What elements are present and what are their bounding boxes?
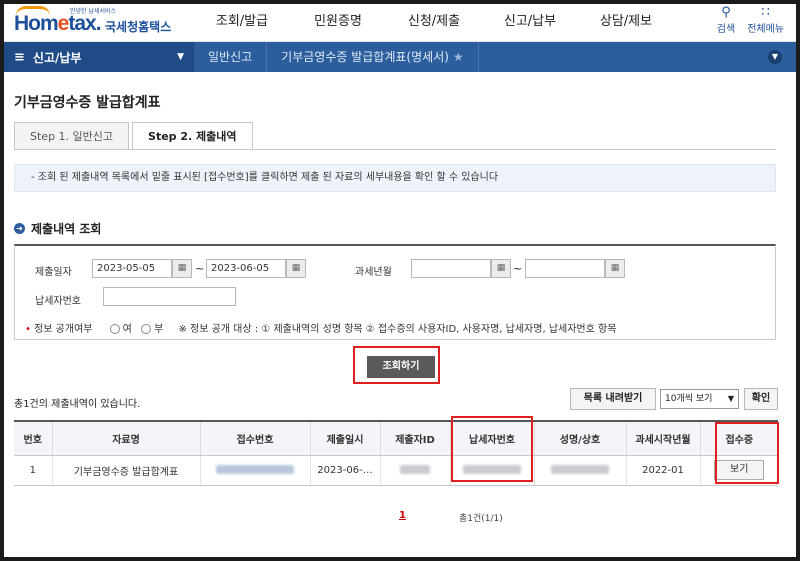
cell-submitter-id bbox=[379, 455, 450, 486]
col-name: 자료명 bbox=[51, 420, 200, 456]
total-count: 총1건의 제출내역이 있습니다. bbox=[14, 399, 141, 410]
section-title: ➜ 제출내역 조회 bbox=[14, 220, 101, 237]
tab-divider bbox=[14, 149, 776, 150]
radio-no[interactable] bbox=[141, 324, 152, 334]
range-tilde: ~ bbox=[195, 262, 205, 275]
top-header: 안녕한 납세서비스 Hometax. 국세청홈택스 조회/발급 민원증명 신청/… bbox=[4, 4, 796, 42]
highlight-box bbox=[715, 422, 779, 484]
logo-brand: Hometax. bbox=[14, 12, 102, 35]
logo-korean: 국세청홈택스 bbox=[105, 20, 172, 34]
tax-year-to-input[interactable] bbox=[525, 259, 605, 278]
col-submitter-id: 제출자ID bbox=[379, 420, 450, 456]
highlight-box bbox=[451, 416, 533, 482]
hometax-logo[interactable]: 안녕한 납세서비스 Hometax. 국세청홈택스 bbox=[12, 6, 172, 38]
tax-year-label: 과세년월 bbox=[355, 267, 392, 278]
browser-page: 안녕한 납세서비스 Hometax. 국세청홈택스 조회/발급 민원증명 신청/… bbox=[4, 4, 796, 557]
calendar-icon[interactable]: ▦ bbox=[605, 259, 625, 278]
notice-box: - 조회 된 제출내역 목록에서 밑줄 표시된 [접수번호]를 클릭하면 제출 … bbox=[14, 164, 776, 192]
page-info: 총1건(1/1) bbox=[459, 514, 503, 524]
gnb-item-consult[interactable]: 상담/제보 bbox=[578, 4, 674, 42]
cell-name: 기부금영수증 발급합계표 bbox=[51, 455, 200, 486]
tax-year-from-input[interactable] bbox=[411, 259, 491, 278]
disclosure-row: • 정보 공개여부 여 부 ※ 정보 공개 대상 : ① 제출내역의 성명 항목… bbox=[25, 324, 617, 335]
utility-links: ⚲ 검색 ∷ 전체메뉴 bbox=[717, 5, 784, 36]
redacted-text bbox=[400, 465, 430, 474]
search-link[interactable]: ⚲ 검색 bbox=[717, 5, 735, 36]
confirm-button[interactable]: 확인 bbox=[744, 388, 778, 410]
results-table: 번호 자료명 접수번호 제출일시 제출자ID 납세자번호 성명/상호 과세시작년… bbox=[14, 420, 778, 486]
gnb-item-certificate[interactable]: 민원증명 bbox=[290, 4, 386, 42]
required-mark: • bbox=[25, 324, 31, 335]
taxpayer-no-label: 납세자번호 bbox=[35, 296, 81, 307]
cell-tax-start: 2022-01 bbox=[625, 455, 700, 486]
cell-no: 1 bbox=[14, 455, 52, 486]
col-no: 번호 bbox=[14, 420, 52, 456]
cell-name-trade bbox=[533, 455, 626, 486]
search-icon: ⚲ bbox=[721, 5, 731, 20]
table-header-row: 번호 자료명 접수번호 제출일시 제출자ID 납세자번호 성명/상호 과세시작년… bbox=[14, 420, 778, 456]
cell-submit-date: 2023-06-… bbox=[309, 455, 380, 486]
global-nav: 조회/발급 민원증명 신청/제출 신고/납부 상담/제보 bbox=[194, 4, 674, 42]
chevron-down-icon: ▼ bbox=[727, 394, 734, 403]
menu-dropdown[interactable]: ≡ 신고/납부 ▼ bbox=[4, 42, 194, 72]
redacted-text bbox=[216, 465, 294, 474]
search-form: 제출일자 2023-05-05 ▦ ~ 2023-06-05 ▦ 과세년월 ▦ … bbox=[14, 244, 776, 340]
col-tax-start: 과세시작년월 bbox=[625, 420, 700, 456]
location-bar: ≡ 신고/납부 ▼ 일반신고 기부금영수증 발급합계표(명세서) ★ ▼ bbox=[4, 42, 796, 72]
tab-step2[interactable]: Step 2. 제출내역 bbox=[132, 122, 253, 150]
cell-receipt-no[interactable] bbox=[199, 455, 310, 486]
arrow-circle-icon: ➜ bbox=[14, 223, 25, 234]
breadcrumb-current[interactable]: 기부금영수증 발급합계표(명세서) ★ bbox=[267, 42, 479, 72]
breadcrumb-general-report[interactable]: 일반신고 bbox=[194, 42, 268, 72]
taxpayer-no-input[interactable] bbox=[103, 287, 236, 306]
grid-menu-icon: ∷ bbox=[761, 5, 770, 20]
favorite-star-icon[interactable]: ★ bbox=[453, 50, 464, 64]
disclosure-note: ※ 정보 공개 대상 : ① 제출내역의 성명 항목 ② 접수증의 사용자ID,… bbox=[178, 324, 617, 335]
highlight-box bbox=[353, 346, 440, 384]
range-tilde: ~ bbox=[513, 262, 523, 275]
table-row: 1 기부금영수증 발급합계표 2023-06-… 2022-01 보기 bbox=[14, 455, 778, 486]
date-from-input[interactable]: 2023-05-05 bbox=[92, 259, 172, 278]
page-link-1[interactable]: 1 bbox=[399, 510, 406, 521]
calendar-icon[interactable]: ▦ bbox=[172, 259, 192, 278]
chevron-down-icon[interactable]: ▼ bbox=[768, 50, 782, 64]
gnb-item-inquiry[interactable]: 조회/발급 bbox=[194, 4, 290, 42]
calendar-icon[interactable]: ▦ bbox=[491, 259, 511, 278]
col-name-trade: 성명/상호 bbox=[533, 420, 626, 456]
col-submit-date: 제출일시 bbox=[309, 420, 380, 456]
caret-down-icon: ▼ bbox=[177, 52, 184, 62]
gnb-item-apply[interactable]: 신청/제출 bbox=[386, 4, 482, 42]
calendar-icon[interactable]: ▦ bbox=[286, 259, 306, 278]
col-receipt-no: 접수번호 bbox=[199, 420, 310, 456]
radio-yes[interactable] bbox=[109, 324, 120, 334]
download-list-button[interactable]: 목록 내려받기 bbox=[570, 388, 656, 410]
submit-date-label: 제출일자 bbox=[35, 267, 72, 278]
page-title: 기부금영수증 발급합계표 bbox=[14, 95, 161, 111]
hamburger-icon: ≡ bbox=[14, 49, 25, 65]
date-to-input[interactable]: 2023-06-05 bbox=[206, 259, 286, 278]
step-tabs: Step 1. 일반신고 Step 2. 제출내역 bbox=[14, 122, 253, 150]
gnb-item-report[interactable]: 신고/납부 bbox=[482, 4, 578, 42]
tab-step1[interactable]: Step 1. 일반신고 bbox=[14, 122, 130, 150]
page-size-select[interactable]: 10개씩 보기 ▼ bbox=[660, 389, 739, 409]
redacted-text bbox=[551, 465, 609, 474]
all-menu-link[interactable]: ∷ 전체메뉴 bbox=[747, 5, 784, 36]
menu-dropdown-label: 신고/납부 bbox=[32, 50, 82, 65]
